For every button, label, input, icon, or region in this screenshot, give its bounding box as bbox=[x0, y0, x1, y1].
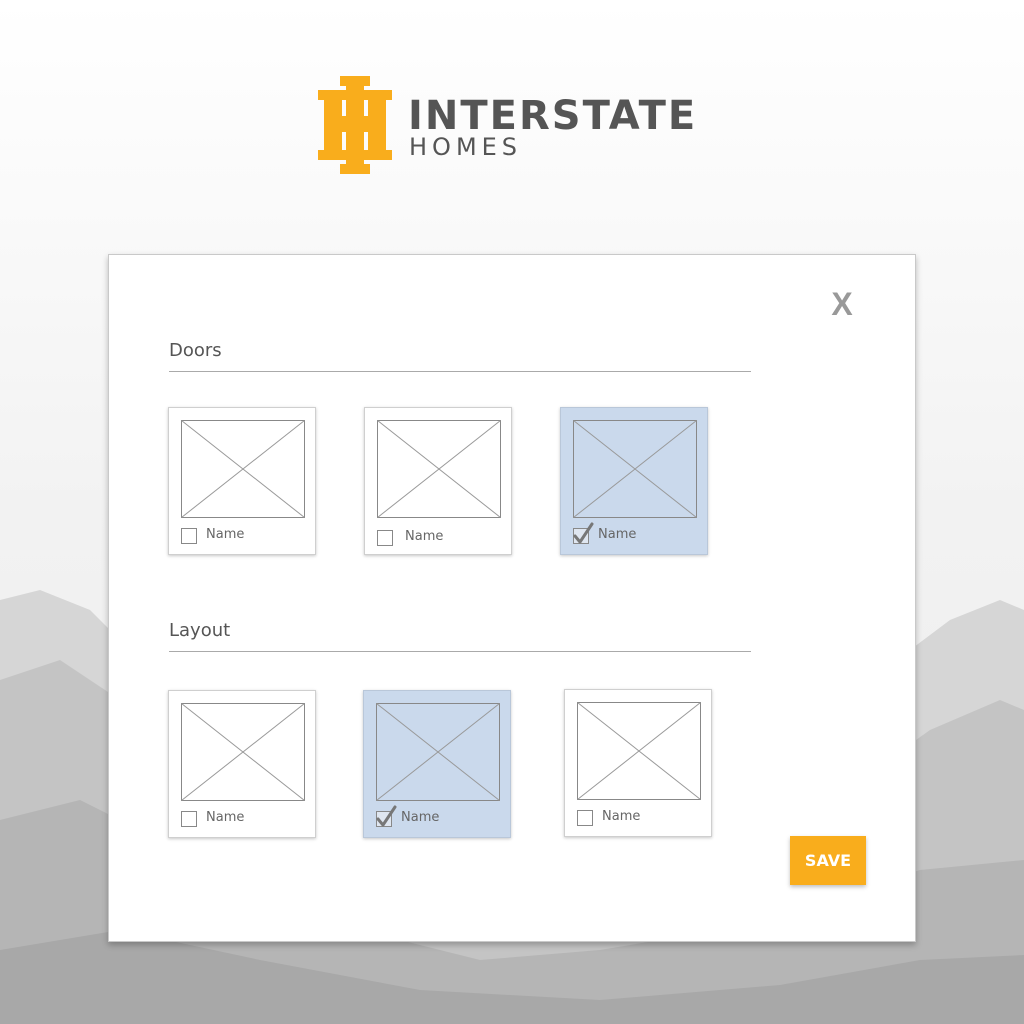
image-placeholder-icon bbox=[573, 420, 697, 518]
save-button[interactable]: SAVE bbox=[790, 836, 866, 885]
door-option-card[interactable]: Name bbox=[364, 407, 512, 555]
option-checkbox[interactable] bbox=[573, 522, 594, 544]
layout-option-card[interactable]: Name bbox=[564, 689, 712, 837]
section-title-layout: Layout bbox=[169, 620, 231, 641]
option-label: Name bbox=[206, 810, 245, 825]
layout-option-card[interactable]: Name bbox=[168, 690, 316, 838]
image-placeholder-icon bbox=[376, 703, 500, 801]
close-icon[interactable]: X bbox=[827, 285, 857, 323]
interstate-homes-logo-icon bbox=[318, 76, 392, 174]
option-checkbox[interactable] bbox=[577, 810, 593, 826]
door-option-card[interactable]: Name bbox=[168, 407, 316, 555]
brand-subname: HOMES bbox=[409, 133, 523, 161]
section-divider bbox=[169, 371, 751, 372]
option-label: Name bbox=[401, 810, 440, 825]
layout-option-card[interactable]: Name bbox=[363, 690, 511, 838]
option-label: Name bbox=[206, 527, 245, 542]
option-checkbox[interactable] bbox=[376, 805, 397, 827]
checkmark-icon bbox=[376, 805, 397, 827]
option-checkbox[interactable] bbox=[377, 530, 393, 546]
door-option-card[interactable]: Name bbox=[560, 407, 708, 555]
section-title-doors: Doors bbox=[169, 340, 222, 361]
image-placeholder-icon bbox=[181, 703, 305, 801]
image-placeholder-icon bbox=[577, 702, 701, 800]
image-placeholder-icon bbox=[377, 420, 501, 518]
option-label: Name bbox=[598, 527, 637, 542]
section-divider bbox=[169, 651, 751, 652]
image-placeholder-icon bbox=[181, 420, 305, 518]
checkmark-icon bbox=[573, 522, 594, 544]
option-label: Name bbox=[602, 809, 641, 824]
option-checkbox[interactable] bbox=[181, 811, 197, 827]
option-checkbox[interactable] bbox=[181, 528, 197, 544]
option-label: Name bbox=[405, 529, 444, 544]
